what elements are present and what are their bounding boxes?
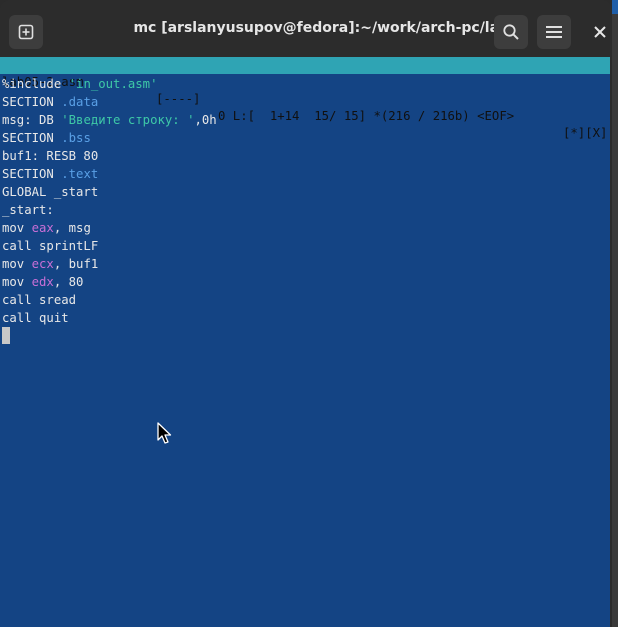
code-token: %include [2,77,69,91]
register-token: ecx [31,257,54,271]
close-icon [594,26,606,38]
mcedit-editor[interactable]: lab05-2.asm [----] 0 L:[ 1+14 15/ 15] *(… [0,57,610,627]
code-line[interactable]: mov eax, msg [2,219,217,237]
register-token: eax [31,221,54,235]
menu-button[interactable] [537,15,571,49]
register-token: edx [31,275,54,289]
search-icon [503,24,519,40]
code-token: msg: DB [2,113,62,127]
code-line[interactable]: call sread [2,291,217,309]
code-token: , buf1 [53,257,99,271]
code-line[interactable]: SECTION .data [2,93,217,111]
code-token: ,0h [194,113,217,127]
code-token: SECTION [2,167,62,181]
code-token: , 80 [53,275,84,289]
editor-status-bar: lab05-2.asm [----] 0 L:[ 1+14 15/ 15] *(… [0,57,610,140]
code-line[interactable]: mov edx, 80 [2,273,217,291]
code-token: , msg [53,221,91,235]
hamburger-menu-icon [546,26,562,38]
code-line[interactable]: GLOBAL _start [2,183,217,201]
titlebar: mc [arslanyusupov@fedora]:~/work/arch-pc… [0,0,612,60]
string-token: 'in_out.asm' [68,77,158,91]
string-token: 'Введите строку: ' [61,113,195,127]
code-token: mov [2,275,32,289]
code-token: call sread [2,293,77,307]
code-token: SECTION [2,131,62,145]
code-token: _start: [2,203,54,217]
code-token: buf1: RESB 80 [2,149,99,163]
code-line[interactable]: msg: DB 'Введите строку: ',0h [2,111,217,129]
text-cursor [2,327,10,344]
section-token: .data [61,95,99,109]
code-token: mov [2,221,32,235]
section-token: .text [61,167,99,181]
code-line[interactable]: SECTION .bss [2,129,217,147]
section-token: .bss [61,131,91,145]
terminal-window: mc [arslanyusupov@fedora]:~/work/arch-pc… [0,0,612,627]
status-flags: [*][X] [563,126,608,140]
search-button[interactable] [494,15,528,49]
background-edge [612,0,618,627]
code-line[interactable]: %include 'in_out.asm' [2,75,217,93]
code-token: GLOBAL _start [2,185,99,199]
code-line[interactable]: buf1: RESB 80 [2,147,217,165]
code-token: call sprintLF [2,239,99,253]
status-position: 0 L:[ 1+14 15/ 15] *(216 / 216b) <EOF> [218,109,515,123]
mouse-pointer-icon [157,422,172,444]
code-line[interactable]: _start: [2,201,217,219]
code-line[interactable]: SECTION .text [2,165,217,183]
code-token: mov [2,257,32,271]
code-line[interactable] [2,327,217,345]
code-token: call quit [2,311,69,325]
close-button[interactable] [588,20,612,44]
code-area[interactable]: %include 'in_out.asm' SECTION .data msg: D… [2,75,217,345]
code-line[interactable]: mov ecx, buf1 [2,255,217,273]
code-line[interactable]: call quit [2,309,217,327]
code-line[interactable]: call sprintLF [2,237,217,255]
code-token: SECTION [2,95,62,109]
